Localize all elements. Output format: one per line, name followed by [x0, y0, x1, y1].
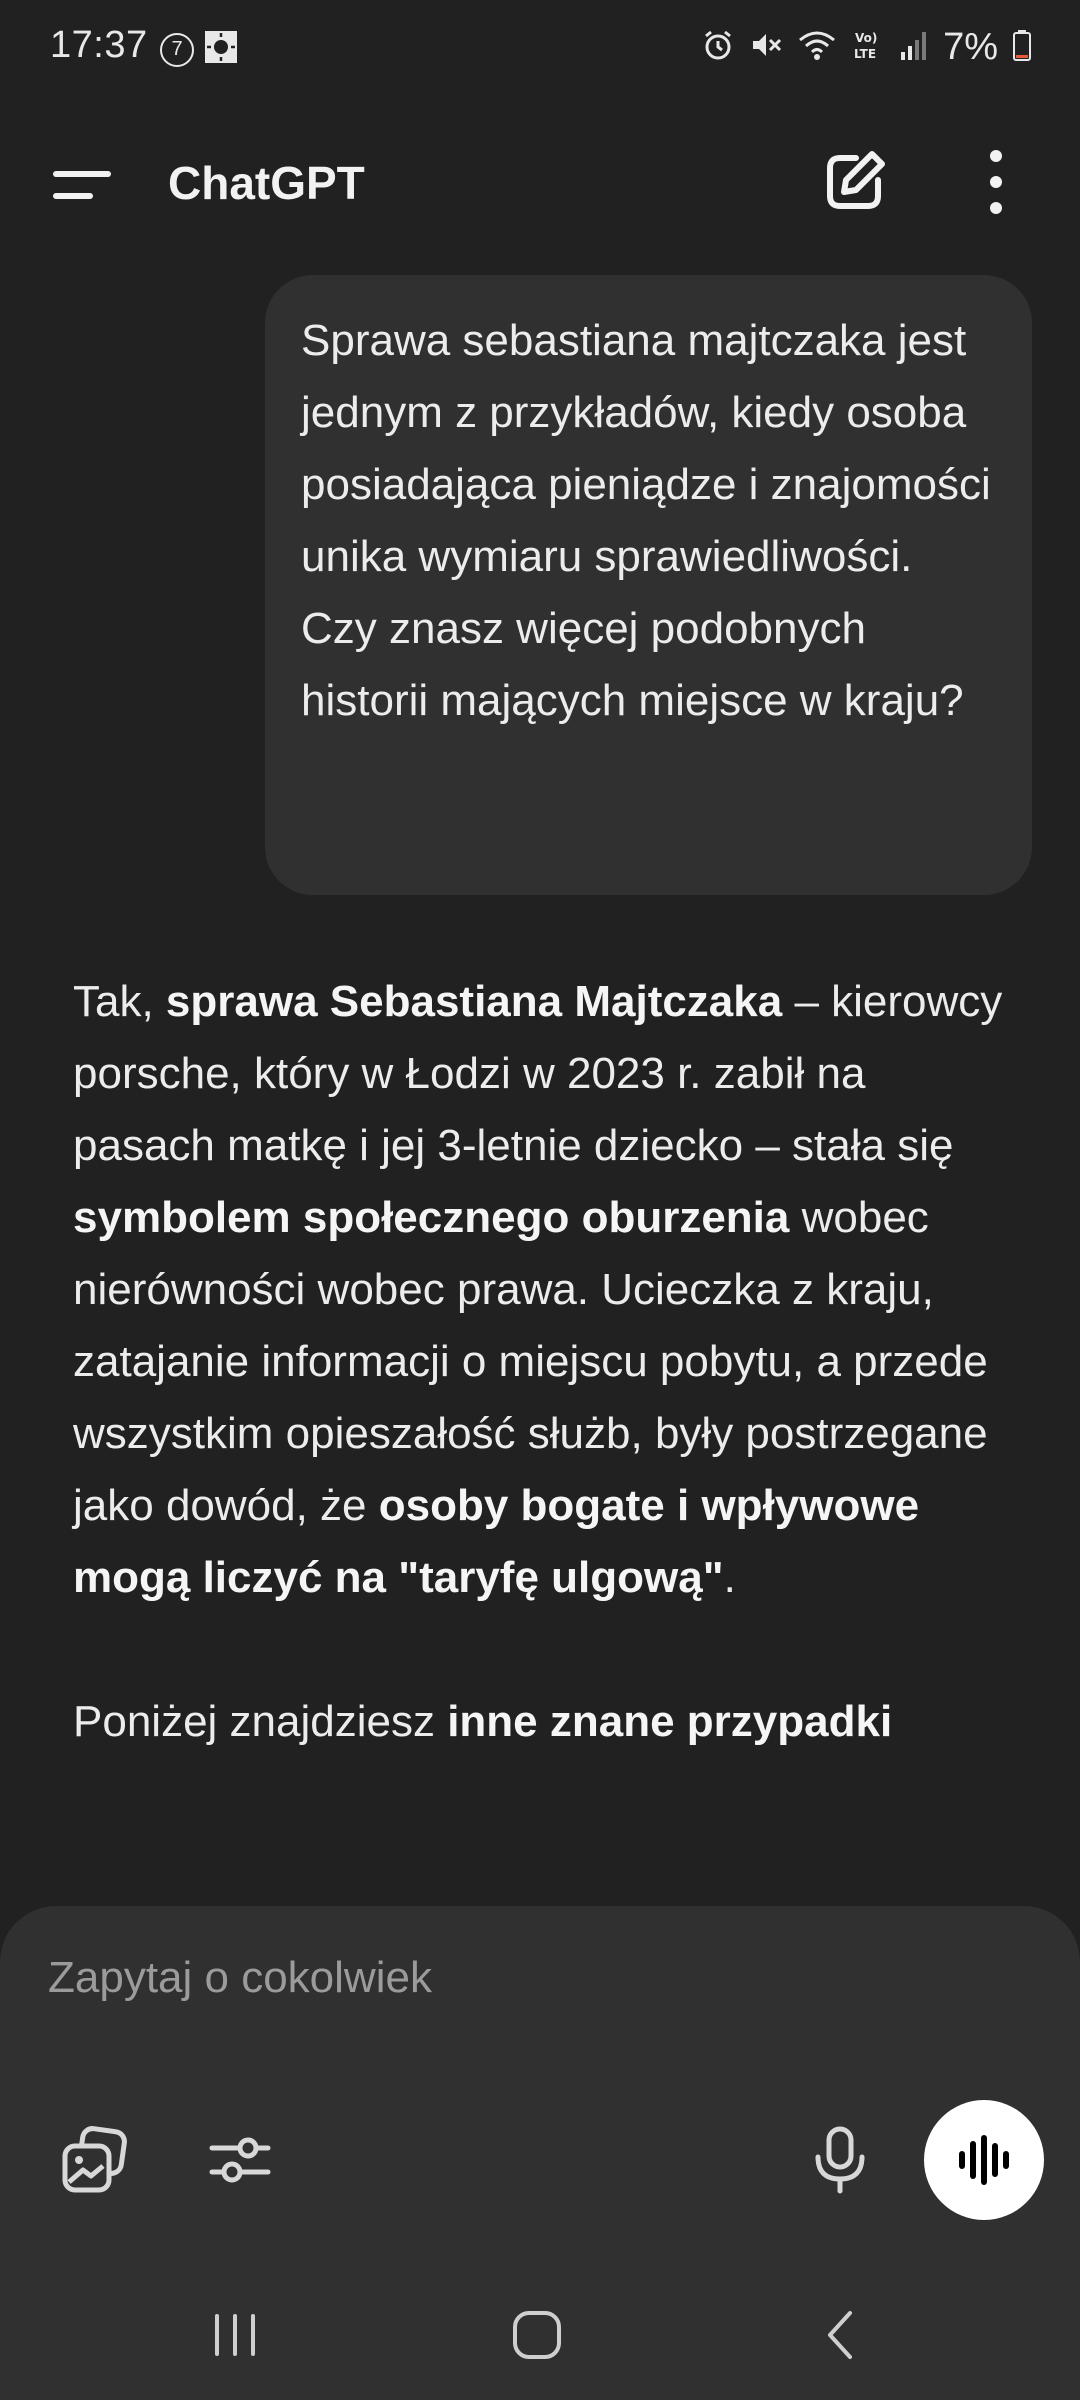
voice-waveform-icon	[959, 2135, 1009, 2185]
signal-icon	[899, 28, 929, 67]
bold-text-run: sprawa Sebastiana Majtczaka	[165, 977, 783, 1026]
wifi-icon	[797, 28, 837, 67]
home-button[interactable]	[497, 2300, 577, 2370]
battery-level: 7%	[943, 26, 998, 68]
mute-icon	[749, 28, 783, 67]
user-message-text: Sprawa sebastiana majtczaka jest jednym …	[301, 316, 991, 725]
recent-apps-icon	[215, 2314, 255, 2356]
menu-icon	[53, 171, 111, 199]
back-icon	[828, 2311, 852, 2359]
edit-icon	[827, 151, 885, 209]
assistant-message: Tak, sprawa Sebastiana Majtczaka – kiero…	[73, 966, 1013, 1830]
navigation-bar	[0, 2280, 1080, 2400]
user-message-bubble: Sprawa sebastiana majtczaka jest jednym …	[265, 275, 1032, 895]
assistant-paragraph-2: Poniżej znajdziesz inne znane przypadki	[73, 1686, 1013, 1758]
voice-mode-button[interactable]	[924, 2100, 1044, 2220]
svg-text:Vo): Vo)	[855, 31, 877, 45]
text-run: wobec nierówności wobec prawa. Ucieczka …	[73, 1193, 988, 1530]
status-left-icons: 7	[160, 30, 238, 69]
bold-text-run: symbolem społecznego oburzenia	[73, 1193, 790, 1242]
bold-text-run: inne znane przypadki	[447, 1697, 893, 1746]
text-run: Poniżej znajdziesz	[73, 1697, 448, 1746]
more-vertical-icon	[990, 150, 1002, 214]
status-bar: 17:37 7 Vo) LTE 7%	[0, 0, 1080, 100]
menu-button[interactable]	[50, 152, 116, 218]
message-input[interactable]	[48, 1938, 1028, 2018]
app-title: ChatGPT	[168, 157, 365, 209]
back-button[interactable]	[800, 2300, 880, 2370]
dictate-button[interactable]	[800, 2120, 880, 2200]
tools-button[interactable]	[200, 2120, 280, 2200]
more-options-button[interactable]	[966, 146, 1026, 218]
notification-count-icon: 7	[160, 32, 194, 67]
recent-apps-button[interactable]	[195, 2300, 275, 2370]
svg-text:LTE: LTE	[854, 47, 876, 61]
app-bar: ChatGPT	[0, 130, 1080, 240]
text-run: .	[723, 1553, 736, 1602]
new-chat-button[interactable]	[820, 146, 890, 216]
battery-icon	[1012, 28, 1032, 67]
attach-image-button[interactable]	[55, 2120, 135, 2200]
volte-icon: Vo) LTE	[851, 28, 885, 67]
alarm-icon	[701, 28, 735, 67]
image-attach-icon	[62, 2126, 127, 2193]
home-icon	[513, 2311, 561, 2359]
microphone-icon	[815, 2126, 865, 2194]
status-right-icons: Vo) LTE 7%	[701, 26, 1032, 69]
brightness-icon	[204, 30, 238, 69]
text-run: Tak,	[73, 977, 166, 1026]
sliders-icon	[209, 2137, 271, 2183]
status-time: 17:37	[50, 24, 148, 66]
assistant-paragraph-1: Tak, sprawa Sebastiana Majtczaka – kiero…	[73, 966, 1013, 1614]
